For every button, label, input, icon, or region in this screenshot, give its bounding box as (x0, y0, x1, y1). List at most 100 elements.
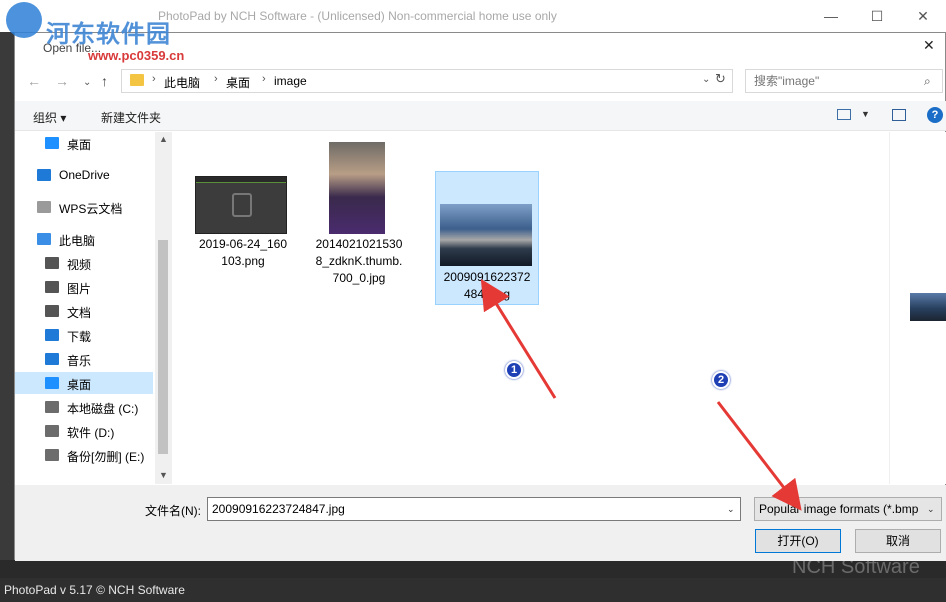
refresh-icon[interactable]: ↻ (715, 71, 726, 87)
file-item[interactable]: 2019-06-24_160 103.png (191, 172, 295, 272)
sidebar-item-label: 音乐 (67, 354, 92, 368)
new-folder-button[interactable]: 新建文件夹 (101, 109, 161, 126)
scroll-thumb[interactable] (158, 240, 168, 454)
navigation-pane: 桌面 OneDrive WPS云文档 此电脑 视频 图片 文档 下载 音乐 桌面 本地磁盘 (C:)… (15, 132, 155, 484)
help-icon[interactable]: ? (927, 107, 943, 123)
sidebar-item[interactable]: 此电脑 (15, 228, 153, 250)
sidebar-item[interactable]: 文档 (15, 300, 153, 322)
music-icon (45, 353, 59, 365)
sidebar-item[interactable]: 视频 (15, 252, 153, 274)
breadcrumb-separator: › (262, 73, 266, 85)
sidebar-item[interactable]: 下载 (15, 324, 153, 346)
sidebar-item-label: 此电脑 (59, 234, 96, 248)
picture-icon (45, 281, 59, 293)
preview-pane-icon[interactable] (892, 109, 906, 121)
view-options-icon[interactable] (837, 109, 851, 120)
filename-input[interactable] (207, 497, 741, 521)
file-name-line: 8_zdknK.thumb. (315, 254, 403, 268)
folder-icon (130, 74, 144, 86)
file-list: 2019-06-24_160 103.png 2014021021530 8_z… (173, 132, 889, 484)
sidebar-item[interactable]: 软件 (D:) (15, 420, 153, 442)
preview-image (910, 293, 946, 321)
dialog-close-button[interactable]: ✕ (923, 37, 935, 54)
drive-icon (45, 401, 59, 413)
drive-icon (45, 425, 59, 437)
close-window-button[interactable]: ✕ (900, 0, 946, 32)
up-folder-icon[interactable]: ↑ (101, 73, 108, 89)
sidebar-item[interactable]: 备份[勿删] (E:) (15, 444, 153, 466)
watermark-title: 河东软件园 (46, 19, 171, 48)
back-arrow-icon[interactable]: ← (27, 73, 41, 89)
sidebar-item-label: 视频 (67, 258, 92, 272)
sidebar-item[interactable]: 图片 (15, 276, 153, 298)
filename-dropdown-icon[interactable]: ⌄ (727, 504, 735, 515)
sidebar-item[interactable]: 音乐 (15, 348, 153, 370)
sidebar-item[interactable]: 桌面 (15, 132, 153, 154)
breadcrumb-separator: › (214, 73, 218, 85)
sidebar-item-label: 软件 (D:) (67, 426, 115, 440)
sidebar-item-label: OneDrive (59, 168, 110, 182)
landscape-thumbnail (440, 204, 532, 266)
filetype-dropdown-icon[interactable]: ⌄ (927, 504, 935, 515)
file-item-selected[interactable]: 2009091622372 4847.jpg (435, 171, 539, 305)
address-bar[interactable]: › 此电脑 › 桌面 › image ⌄ (121, 69, 733, 93)
recent-locations-dropdown-icon[interactable]: ⌄ (83, 77, 91, 88)
sidebar-item-label: 备份[勿删] (E:) (67, 450, 145, 464)
document-icon (37, 201, 51, 213)
desktop-icon (45, 377, 59, 389)
forward-arrow-icon[interactable]: → (55, 73, 69, 89)
scroll-down-icon[interactable]: ▼ (159, 470, 168, 480)
sidebar-item-label: WPS云文档 (59, 202, 123, 216)
portrait-thumbnail (329, 142, 385, 234)
app-status-text: PhotoPad v 5.17 © NCH Software (4, 583, 185, 597)
screenshot-thumbnail (195, 176, 287, 234)
thumbnail-canvas (232, 193, 252, 217)
sidebar-item[interactable]: 桌面 (15, 372, 153, 394)
file-name-line: 4847.jpg (463, 287, 511, 301)
maximize-button[interactable]: ☐ (854, 0, 900, 32)
sidebar-item[interactable]: 本地磁盘 (C:) (15, 396, 153, 418)
breadcrumb-this-pc[interactable]: 此电脑 (164, 74, 200, 91)
sidebar-item-label: 图片 (67, 282, 92, 296)
breadcrumb-separator: › (152, 73, 156, 85)
file-name-line: 2019-06-24_160 (198, 237, 288, 251)
desktop-icon (45, 137, 59, 149)
annotation-marker-1: 1 (505, 361, 523, 379)
app-left-edge (0, 32, 14, 578)
cloud-icon (37, 169, 51, 181)
file-item[interactable]: 2014021021530 8_zdknK.thumb. 700_0.jpg (307, 136, 411, 286)
organize-button[interactable]: 组织 ▾ (33, 109, 66, 126)
breadcrumb-image[interactable]: image (274, 74, 307, 88)
file-name-line: 2009091622372 (443, 270, 531, 284)
video-icon (45, 257, 59, 269)
view-dropdown-icon[interactable]: ▼ (861, 109, 870, 119)
preview-pane (889, 132, 946, 484)
address-dropdown-icon[interactable]: ⌄ (702, 74, 710, 85)
filetype-select[interactable]: Popular image formats (*.bmp (754, 497, 942, 521)
app-status-bar: PhotoPad v 5.17 © NCH Software (0, 578, 946, 602)
scroll-up-icon[interactable]: ▲ (159, 134, 168, 144)
search-icon[interactable]: ⌕ (924, 74, 931, 89)
open-file-dialog: Open file... ✕ ← → ⌄ ↑ › 此电脑 › 桌面 › imag… (14, 32, 946, 561)
sidebar-item[interactable]: WPS云文档 (15, 196, 153, 218)
sidebar-item-label: 本地磁盘 (C:) (67, 402, 139, 416)
minimize-button[interactable]: — (808, 0, 854, 32)
sidebar-item-label: 文档 (67, 306, 92, 320)
search-box: ⌕ (745, 69, 943, 93)
breadcrumb-desktop[interactable]: 桌面 (226, 74, 250, 91)
open-button[interactable]: 打开(O) (755, 529, 841, 553)
annotation-marker-2: 2 (712, 371, 730, 389)
thumbnail-toolbar (196, 177, 286, 183)
sidebar-item-label: 桌面 (67, 138, 92, 152)
computer-icon (37, 233, 51, 245)
navigation-scrollbar[interactable]: ▲ ▼ (155, 132, 172, 484)
sidebar-item[interactable]: OneDrive (15, 164, 153, 186)
search-input[interactable] (746, 70, 916, 92)
sidebar-item-label: 下载 (67, 330, 92, 344)
cancel-button[interactable]: 取消 (855, 529, 941, 553)
sidebar-item-label: 桌面 (67, 378, 92, 392)
document-icon (45, 305, 59, 317)
file-name-line: 700_0.jpg (332, 271, 386, 285)
file-name-line: 103.png (221, 254, 265, 268)
filename-label: 文件名(N): (145, 504, 201, 518)
